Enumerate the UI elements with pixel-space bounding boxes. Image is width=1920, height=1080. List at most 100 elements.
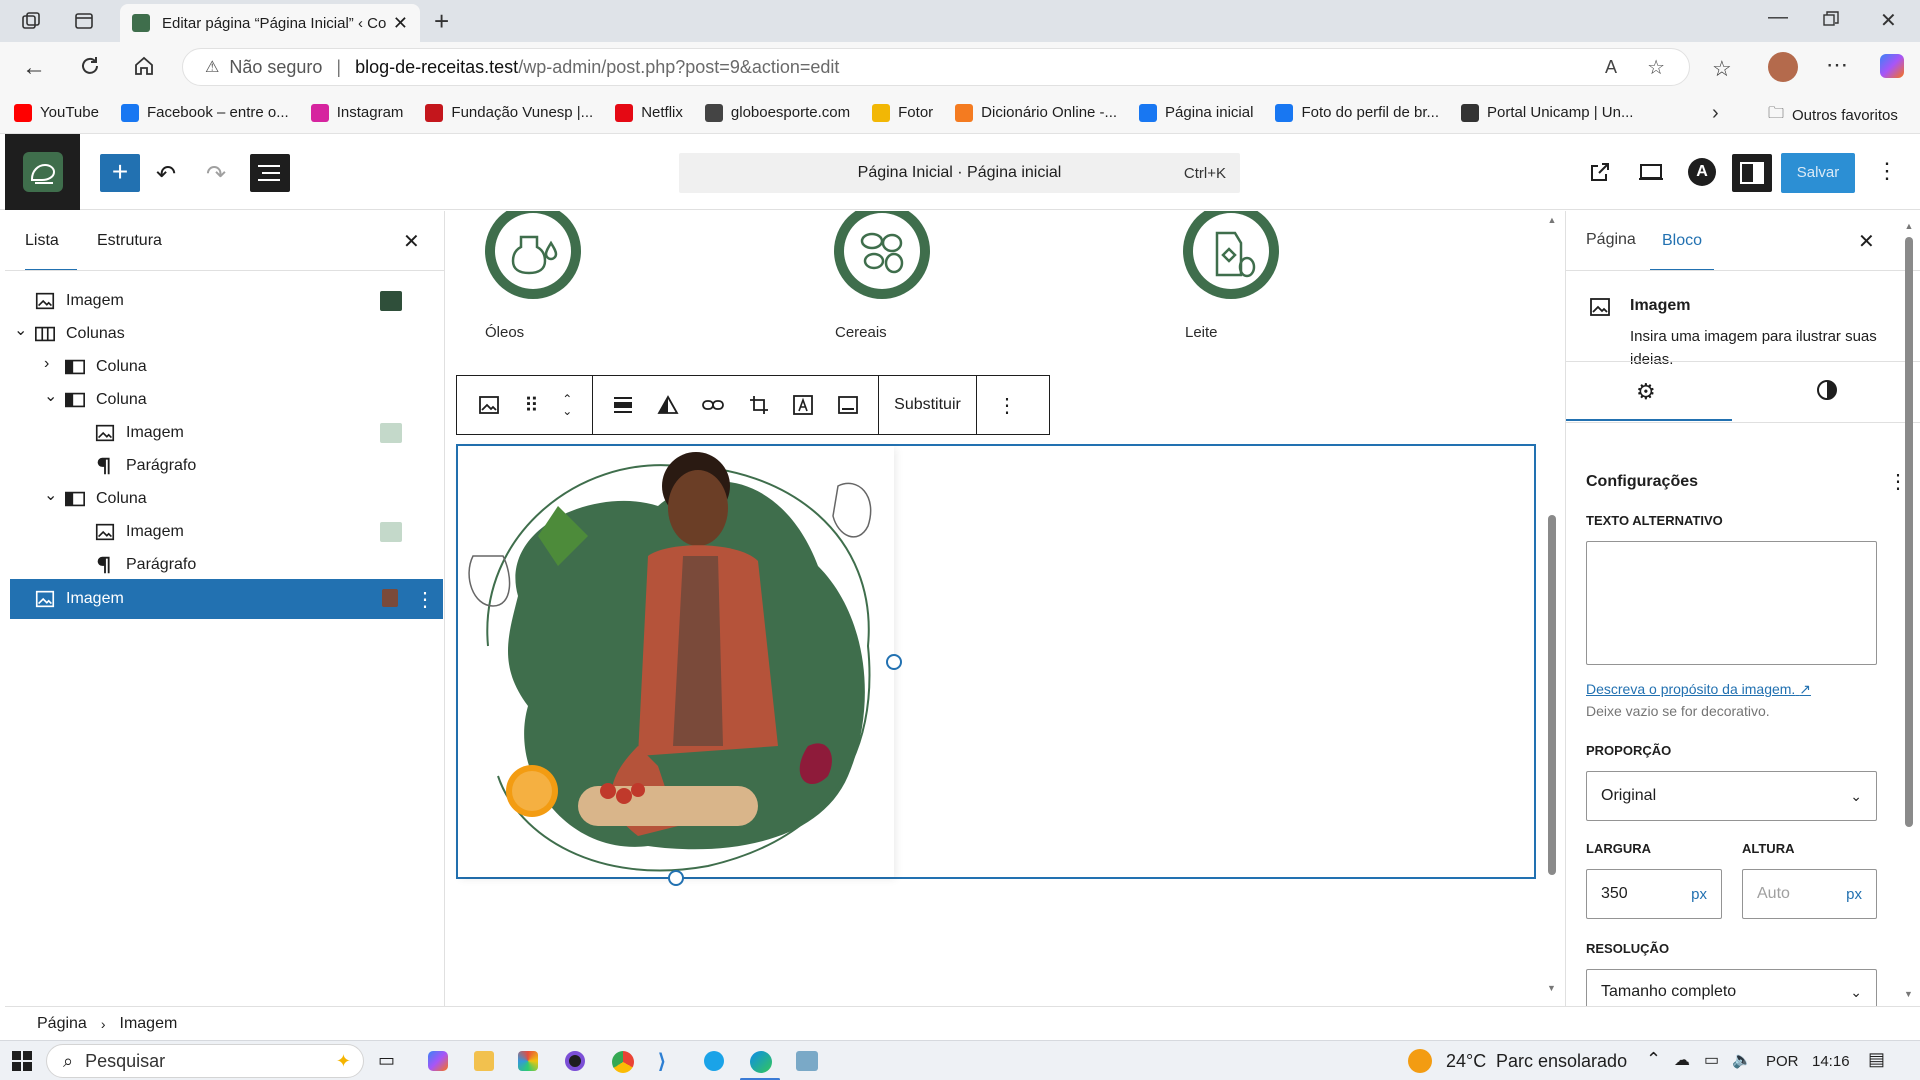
vscode-icon[interactable]: ⟩ <box>658 1049 666 1074</box>
restore-icon[interactable] <box>1822 10 1840 28</box>
resize-handle-bottom[interactable] <box>668 870 684 886</box>
weather-temp[interactable]: 24°C <box>1446 1051 1486 1072</box>
tab-estrutura[interactable]: Estrutura <box>97 211 162 271</box>
oil-category-image[interactable] <box>485 211 581 299</box>
align-icon[interactable] <box>612 394 634 416</box>
astra-icon[interactable]: A <box>1688 158 1716 186</box>
aspect-ratio-select[interactable]: Original ⌄ <box>1586 771 1877 821</box>
tree-row[interactable]: ⌄ Coluna <box>10 384 443 417</box>
view-page-icon[interactable] <box>1588 160 1612 184</box>
tree-row[interactable]: Parágrafo <box>10 549 443 582</box>
text-overlay-icon[interactable] <box>792 394 814 416</box>
width-input[interactable]: 350 px <box>1586 869 1722 919</box>
close-sidebar-icon[interactable]: ✕ <box>1858 229 1875 254</box>
sidebar-scroll-up-icon[interactable]: ▲ <box>1904 221 1914 231</box>
store-icon[interactable] <box>518 1051 538 1071</box>
more-options-icon[interactable]: ⋯ <box>1826 52 1848 78</box>
tree-row[interactable]: Imagem <box>10 285 443 318</box>
tree-row[interactable]: Imagem <box>10 516 443 549</box>
close-window-icon[interactable]: ✕ <box>1880 8 1897 33</box>
media-app-icon[interactable] <box>565 1051 585 1071</box>
browser-tab-active[interactable]: Editar página “Página Inicial” ‹ Co ✕ <box>120 4 420 42</box>
crop-icon[interactable] <box>748 394 770 416</box>
back-icon[interactable]: ← <box>22 54 46 82</box>
block-options-icon[interactable]: ⋮ <box>977 393 1037 418</box>
link-icon[interactable] <box>701 394 725 416</box>
notifications-icon[interactable]: ▤ <box>1868 1049 1885 1070</box>
resize-handle-right[interactable] <box>886 654 902 670</box>
height-input[interactable]: Auto px <box>1742 869 1877 919</box>
read-aloud-icon[interactable]: A <box>1605 57 1617 78</box>
taskbar-search[interactable]: ⌕ Pesquisar ✦ <box>46 1044 364 1078</box>
breadcrumb-page[interactable]: Página <box>37 1015 87 1033</box>
minimize-icon[interactable]: — <box>1768 6 1788 29</box>
tree-row[interactable]: Imagem <box>10 417 443 450</box>
bookmark-item[interactable]: Foto do perfil de br... <box>1275 103 1439 122</box>
bookmark-item[interactable]: Netflix <box>615 103 683 122</box>
settings-tab[interactable]: ⚙ <box>1566 361 1732 421</box>
add-block-button[interactable]: + <box>100 154 140 192</box>
chrome-icon[interactable] <box>612 1051 634 1073</box>
close-tab-icon[interactable]: ✕ <box>393 13 408 34</box>
replace-button[interactable]: Substituir <box>879 376 977 434</box>
settings-sidebar-toggle[interactable] <box>1732 154 1772 192</box>
sidebar-scroll-down-icon[interactable]: ▼ <box>1904 989 1913 999</box>
copilot-icon[interactable] <box>1880 54 1904 78</box>
caption-icon[interactable] <box>837 394 859 416</box>
bookmark-item[interactable]: Instagram <box>310 103 403 122</box>
cereal-category-image[interactable] <box>834 211 930 299</box>
task-view-icon[interactable]: ▭ <box>378 1050 395 1071</box>
workspaces-icon[interactable] <box>20 10 42 32</box>
local-app-icon[interactable] <box>796 1051 818 1071</box>
other-favorites[interactable]: 🗀 Outros favoritos <box>1768 102 1898 129</box>
tab-pagina[interactable]: Página <box>1586 231 1636 249</box>
bookmark-item[interactable]: Fotor <box>872 103 933 122</box>
reload-icon[interactable] <box>78 54 102 78</box>
url-bar[interactable]: ⚠ Não seguro | blog-de-receitas.test /wp… <box>182 48 1690 86</box>
bookmark-item[interactable]: Dicionário Online -... <box>955 103 1117 122</box>
duotone-filter-icon[interactable] <box>657 394 679 416</box>
tree-row[interactable]: ⌄ Colunas <box>10 318 443 351</box>
language-indicator[interactable]: POR <box>1766 1053 1799 1070</box>
settings-section-title[interactable]: Configurações <box>1586 473 1698 491</box>
site-logo-icon[interactable] <box>5 134 80 210</box>
width-unit[interactable]: px <box>1691 886 1707 903</box>
edge-icon[interactable] <box>750 1051 772 1073</box>
image-block-icon[interactable] <box>477 393 501 417</box>
tab-bloco[interactable]: Bloco <box>1650 211 1715 271</box>
tree-row-selected[interactable]: Imagem ⋮ <box>10 579 443 619</box>
volume-icon[interactable]: 🔈 <box>1732 1050 1752 1070</box>
weather-text[interactable]: Parc ensolarado <box>1496 1051 1627 1072</box>
chevron-up-icon[interactable]: ⌃ <box>1646 1049 1661 1070</box>
new-tab-icon[interactable]: + <box>434 6 449 37</box>
bookmark-item[interactable]: Fundação Vunesp |... <box>425 103 593 122</box>
favorite-star-icon[interactable]: ☆ <box>1647 55 1665 80</box>
home-icon[interactable] <box>132 54 156 78</box>
battery-icon[interactable]: ▭ <box>1704 1050 1719 1070</box>
tree-row[interactable]: ⌄ Coluna <box>10 483 443 516</box>
device-preview-icon[interactable] <box>1638 160 1664 184</box>
scroll-down-icon[interactable]: ▼ <box>1547 983 1556 993</box>
chevron-down-icon[interactable]: ⌄ <box>14 320 27 340</box>
tab-actions-icon[interactable] <box>73 10 95 32</box>
close-panel-icon[interactable]: ✕ <box>403 229 420 254</box>
drag-handle-icon[interactable]: ⠿ <box>524 393 539 418</box>
undo-icon[interactable]: ↶ <box>156 160 176 189</box>
canvas-scroll-thumb[interactable] <box>1548 515 1556 875</box>
bookmark-item[interactable]: Portal Unicamp | Un... <box>1461 103 1633 122</box>
chef-cooking-image[interactable] <box>458 446 894 877</box>
scroll-up-icon[interactable]: ▲ <box>1547 215 1557 225</box>
save-button[interactable]: Salvar <box>1781 153 1855 193</box>
move-up-down-icon[interactable]: ⌃ ⌄ <box>562 393 572 417</box>
bookmark-item[interactable]: Facebook – entre o... <box>120 103 289 122</box>
command-palette-bar[interactable]: Página Inicial · Página inicial Ctrl+K <box>679 153 1240 193</box>
tree-row[interactable]: › Coluna <box>10 351 443 384</box>
file-explorer-icon[interactable] <box>474 1051 494 1071</box>
app-icon[interactable] <box>704 1051 724 1071</box>
sidebar-scrollbar[interactable]: ▲ ▼ <box>1904 221 1914 1001</box>
height-unit[interactable]: px <box>1846 886 1862 903</box>
copilot-app-icon[interactable] <box>428 1051 448 1071</box>
row-options-icon[interactable]: ⋮ <box>415 587 435 612</box>
cloud-icon[interactable]: ☁ <box>1674 1050 1690 1070</box>
weather-icon[interactable] <box>1408 1049 1432 1073</box>
